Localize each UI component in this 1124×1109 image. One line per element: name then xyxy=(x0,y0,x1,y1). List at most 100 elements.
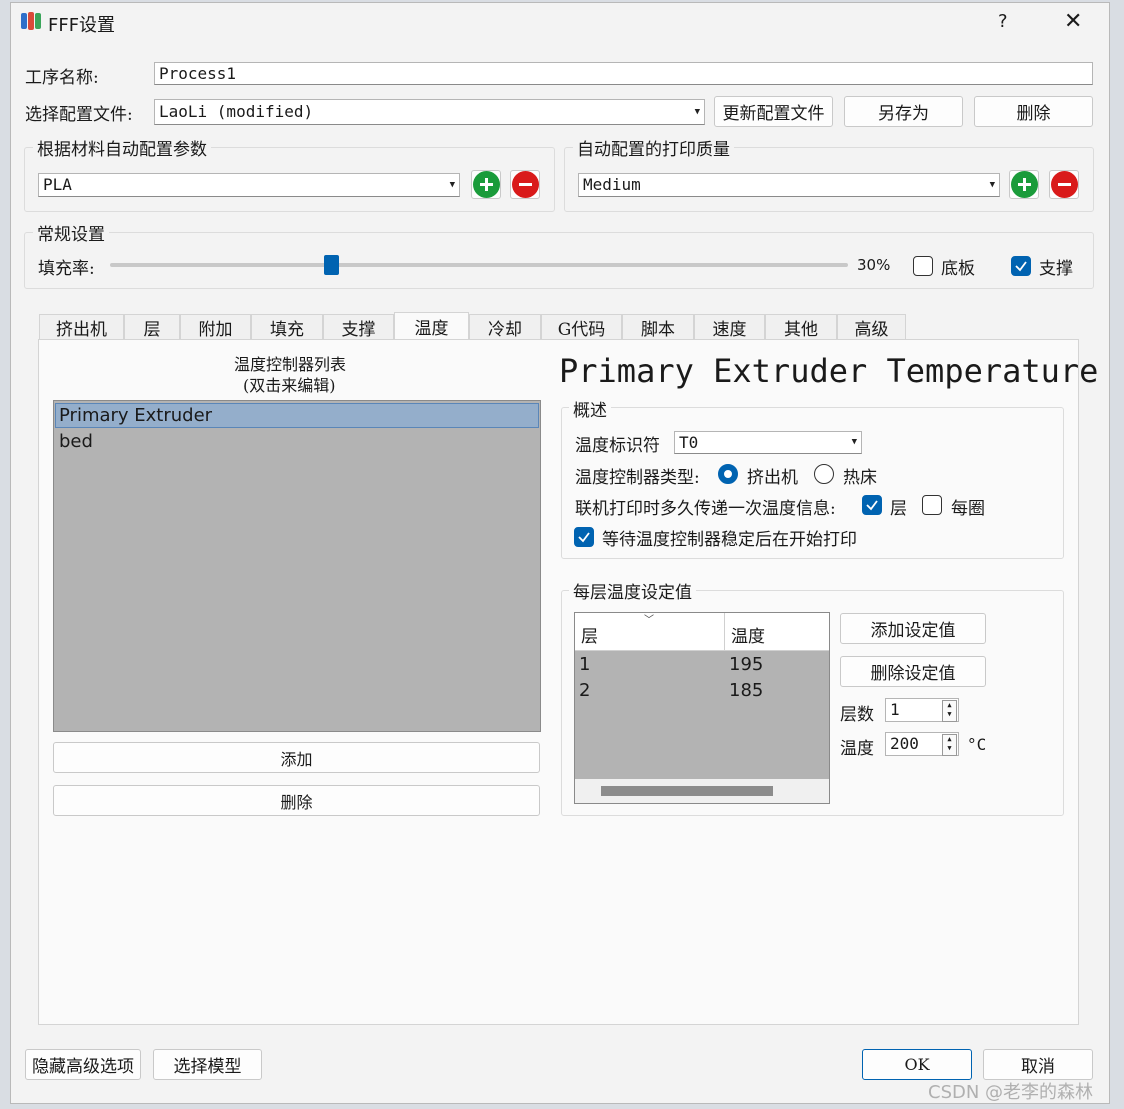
horizontal-scrollbar[interactable] xyxy=(575,779,829,803)
report-layer-label: 层 xyxy=(890,499,907,519)
infill-slider-handle[interactable] xyxy=(324,255,339,275)
overview-title: 概述 xyxy=(569,396,611,421)
table-header: ﹀ 层 温度 xyxy=(575,613,829,651)
tab-9[interactable]: 速度 xyxy=(694,314,765,340)
report-loop-checkbox[interactable] xyxy=(922,495,942,515)
identifier-label: 温度标识符 xyxy=(575,436,660,456)
delete-profile-button[interactable]: 删除 xyxy=(974,96,1093,127)
add-controller-button[interactable]: 添加 xyxy=(53,742,540,773)
spin-arrows-icon[interactable]: ▲ ▼ xyxy=(942,734,957,756)
process-name-input[interactable]: Process1 xyxy=(154,62,1093,85)
controller-type-label: 温度控制器类型: xyxy=(575,468,700,488)
type-extruder-label: 挤出机 xyxy=(747,468,798,488)
report-loop-label: 每圈 xyxy=(951,499,985,519)
tab-7[interactable]: G代码 xyxy=(541,314,622,340)
controller-list[interactable]: Primary Extruder bed xyxy=(53,400,541,732)
type-extruder-radio[interactable] xyxy=(718,464,738,484)
profile-select-value: LaoLi (modified) xyxy=(159,102,314,121)
quality-select-value: Medium xyxy=(583,175,641,194)
infill-slider[interactable] xyxy=(110,263,848,267)
list-item[interactable]: bed xyxy=(55,429,539,454)
sort-indicator-icon: ﹀ xyxy=(644,615,654,626)
tab-5[interactable]: 温度 xyxy=(394,312,469,339)
setpoints-title: 每层温度设定值 xyxy=(569,578,696,603)
table-row[interactable]: 1 195 xyxy=(575,651,829,677)
tab-1[interactable]: 层 xyxy=(124,314,180,340)
select-model-button[interactable]: 选择模型 xyxy=(153,1049,262,1080)
detail-heading: Primary Extruder Temperature xyxy=(559,352,1099,390)
table-cell-temp: 195 xyxy=(729,654,764,675)
layer-count-spinbox[interactable]: 1 ▲ ▼ xyxy=(885,698,959,722)
type-bed-label: 热床 xyxy=(843,468,877,488)
check-icon xyxy=(866,500,878,511)
column-header-layer[interactable]: 层 xyxy=(581,622,598,647)
list-item[interactable]: Primary Extruder xyxy=(55,403,539,428)
quality-select[interactable]: Medium ▼ xyxy=(578,173,1000,197)
general-settings-title: 常规设置 xyxy=(33,220,109,245)
setpoints-table[interactable]: ﹀ 层 温度 1 195 2 185 xyxy=(574,612,830,804)
material-group-title: 根据材料自动配置参数 xyxy=(33,135,211,160)
infill-label: 填充率: xyxy=(38,259,95,279)
controller-list-subtitle: (双击来编辑) xyxy=(243,376,336,395)
scrollbar-thumb[interactable] xyxy=(601,786,773,796)
temp-label: 温度 xyxy=(840,739,874,759)
tab-2[interactable]: 附加 xyxy=(180,314,251,340)
column-header-temp[interactable]: 温度 xyxy=(731,622,765,647)
temp-value: 200 xyxy=(890,734,919,753)
support-label: 支撑 xyxy=(1039,259,1073,279)
type-bed-radio[interactable] xyxy=(814,464,834,484)
identifier-select[interactable]: T0 ▼ xyxy=(674,431,862,454)
table-cell-layer: 1 xyxy=(579,654,591,675)
update-profile-button[interactable]: 更新配置文件 xyxy=(714,96,833,127)
add-setpoint-button[interactable]: 添加设定值 xyxy=(840,613,986,644)
column-divider xyxy=(724,613,725,650)
tab-11[interactable]: 高级 xyxy=(837,314,906,340)
delete-setpoint-button[interactable]: 删除设定值 xyxy=(840,656,986,687)
chevron-down-icon: ▼ xyxy=(449,180,455,190)
table-cell-temp: 185 xyxy=(729,680,764,701)
profile-select[interactable]: LaoLi (modified) ▼ xyxy=(154,99,705,125)
infill-value: 30% xyxy=(857,256,891,274)
minus-icon xyxy=(511,171,539,198)
close-button[interactable]: ✕ xyxy=(1064,9,1082,34)
add-quality-button[interactable] xyxy=(1009,170,1039,199)
delete-controller-button[interactable]: 删除 xyxy=(53,785,540,816)
chevron-down-icon: ▼ xyxy=(851,437,857,447)
ok-button[interactable]: OK xyxy=(862,1049,972,1080)
chevron-down-icon: ▼ xyxy=(694,107,700,117)
help-button[interactable]: ? xyxy=(998,11,1008,32)
temp-spinbox[interactable]: 200 ▲ ▼ xyxy=(885,732,959,756)
save-as-button[interactable]: 另存为 xyxy=(844,96,963,127)
remove-material-button[interactable] xyxy=(510,170,540,199)
table-cell-layer: 2 xyxy=(579,680,591,701)
raft-label: 底板 xyxy=(941,259,975,279)
raft-checkbox[interactable] xyxy=(913,256,933,276)
profile-label: 选择配置文件: xyxy=(25,105,133,125)
check-icon xyxy=(578,532,590,543)
cancel-button[interactable]: 取消 xyxy=(983,1049,1093,1080)
layer-count-value: 1 xyxy=(890,700,900,719)
quality-group-title: 自动配置的打印质量 xyxy=(573,135,734,160)
support-checkbox[interactable] xyxy=(1011,256,1031,276)
tab-0[interactable]: 挤出机 xyxy=(39,314,124,340)
check-icon xyxy=(1015,261,1027,272)
remove-quality-button[interactable] xyxy=(1049,170,1079,199)
hide-advanced-button[interactable]: 隐藏高级选项 xyxy=(25,1049,141,1080)
tab-10[interactable]: 其他 xyxy=(765,314,837,340)
material-select-value: PLA xyxy=(43,175,72,194)
add-material-button[interactable] xyxy=(471,170,501,199)
table-row[interactable]: 2 185 xyxy=(575,677,829,703)
tab-8[interactable]: 脚本 xyxy=(622,314,694,340)
wait-stable-checkbox[interactable] xyxy=(574,527,594,547)
report-layer-checkbox[interactable] xyxy=(862,495,882,515)
layer-count-label: 层数 xyxy=(840,705,874,725)
chevron-down-icon: ▼ xyxy=(989,180,995,190)
tab-6[interactable]: 冷却 xyxy=(469,314,541,340)
plus-icon xyxy=(472,171,500,198)
material-select[interactable]: PLA ▼ xyxy=(38,173,460,197)
minus-icon xyxy=(1050,171,1078,198)
spin-arrows-icon[interactable]: ▲ ▼ xyxy=(942,700,957,722)
tab-4[interactable]: 支撑 xyxy=(323,314,394,340)
tab-3[interactable]: 填充 xyxy=(251,314,323,340)
app-logo-icon xyxy=(20,10,42,32)
